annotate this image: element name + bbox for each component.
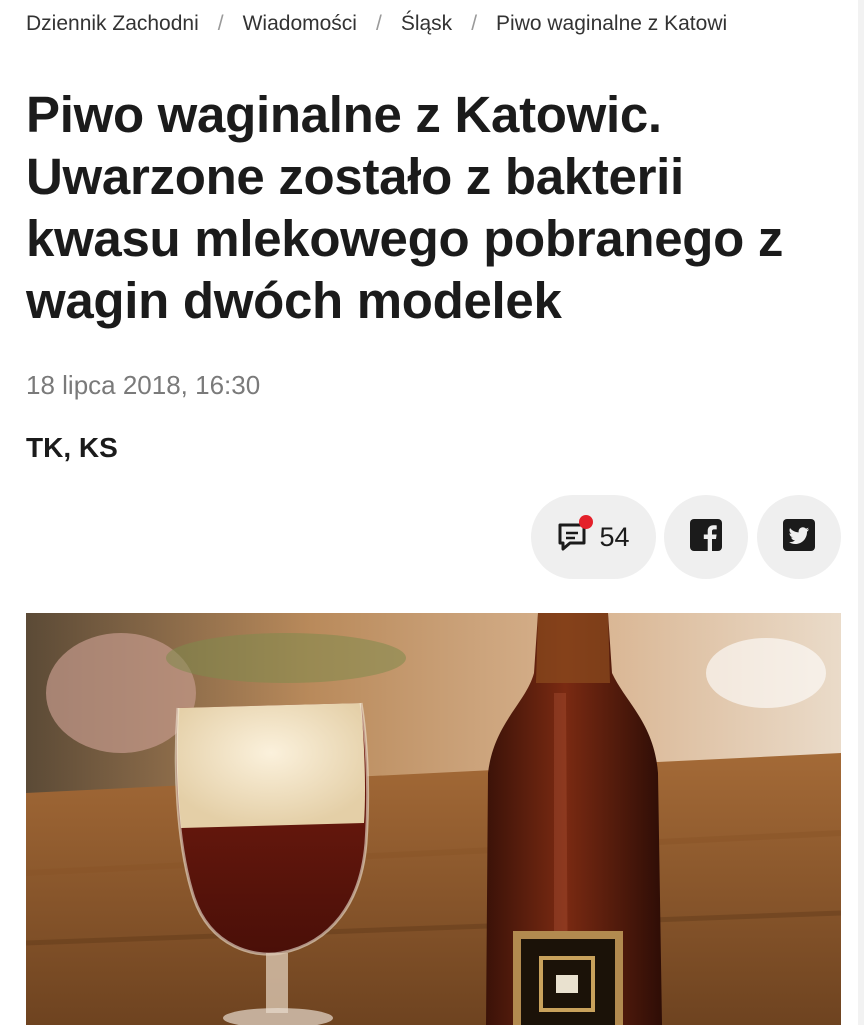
- article-hero-image[interactable]: [26, 613, 841, 1025]
- breadcrumb-separator: /: [471, 12, 478, 35]
- article-authors: TK, KS: [26, 432, 118, 463]
- comments-count: 54: [599, 521, 630, 552]
- breadcrumb-item-current-article[interactable]: Piwo waginalne z Katowi: [496, 12, 727, 36]
- comments-button[interactable]: 54: [531, 495, 656, 579]
- scrollbar[interactable]: [858, 0, 864, 1025]
- article-title: Piwo waginalne z Katowic. Uwarzone zosta…: [26, 86, 784, 329]
- facebook-icon: [690, 518, 722, 556]
- beer-photo-illustration: [26, 613, 841, 1025]
- breadcrumb-separator: /: [217, 12, 224, 35]
- breadcrumb-item-slask[interactable]: Śląsk: [401, 12, 452, 36]
- comment-icon: [557, 515, 594, 552]
- article-date: 18 lipca 2018, 16:30: [26, 370, 261, 400]
- breadcrumb: Dziennik Zachodni / Wiadomości / Śląsk /…: [26, 6, 864, 42]
- facebook-share-button[interactable]: [664, 495, 748, 579]
- breadcrumb-item-wiadomosci[interactable]: Wiadomości: [243, 12, 357, 36]
- twitter-share-button[interactable]: [757, 495, 841, 579]
- breadcrumb-separator: /: [375, 12, 382, 35]
- twitter-icon: [783, 518, 815, 556]
- social-actions: 54: [0, 495, 864, 579]
- breadcrumb-item-dziennik-zachodni[interactable]: Dziennik Zachodni: [26, 12, 199, 36]
